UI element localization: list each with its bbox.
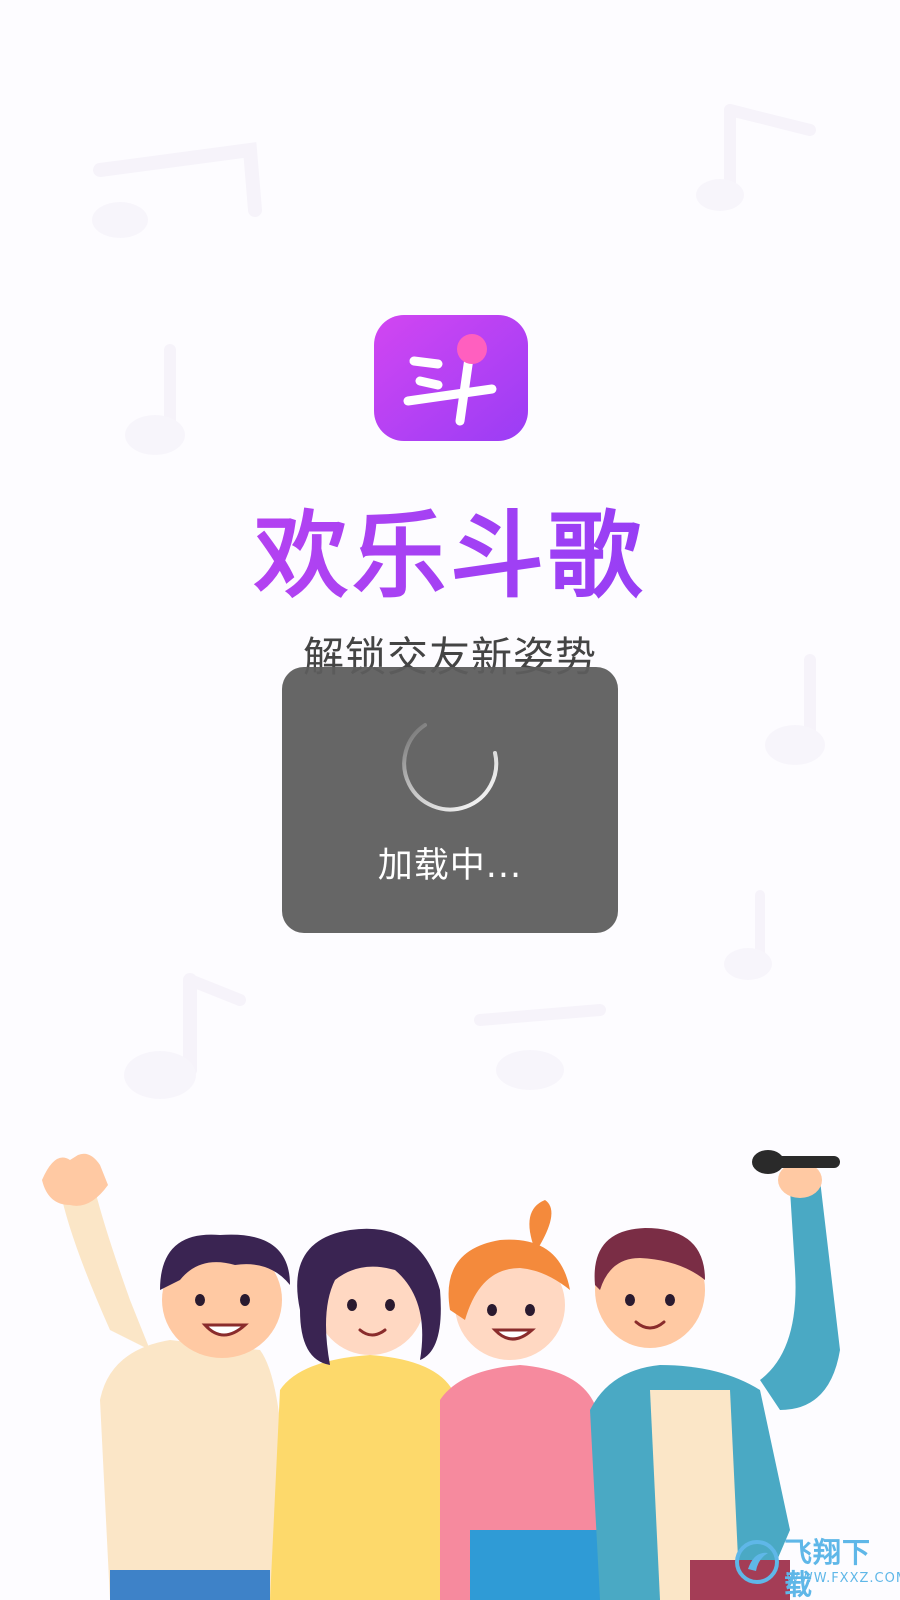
loading-text: 加载中... — [377, 846, 523, 886]
watermark-logo-icon — [735, 1540, 779, 1584]
app-title: 欢乐斗歌 — [0, 502, 900, 612]
friends-illustration — [42, 1150, 840, 1600]
splash-screen: 欢乐斗歌 解锁交友新姿势 加载中... 飞翔下载 WWW.FXXZ.COM — [0, 0, 900, 1600]
music-note-icon — [125, 344, 185, 455]
watermark-url: WWW.FXXZ.COM — [786, 1571, 900, 1586]
music-note-icon — [696, 104, 816, 211]
app-logo-icon — [374, 315, 528, 441]
music-note-icon — [474, 1004, 606, 1090]
music-note-icon — [124, 973, 246, 1099]
watermark: 飞翔下载 WWW.FXXZ.COM — [730, 1535, 900, 1600]
music-note-icon — [92, 142, 262, 238]
loading-spinner-icon — [402, 723, 499, 812]
music-note-icon — [724, 890, 772, 980]
loading-dialog: 加载中... — [282, 667, 618, 933]
watermark-text: 飞翔下载 — [784, 1536, 872, 1600]
